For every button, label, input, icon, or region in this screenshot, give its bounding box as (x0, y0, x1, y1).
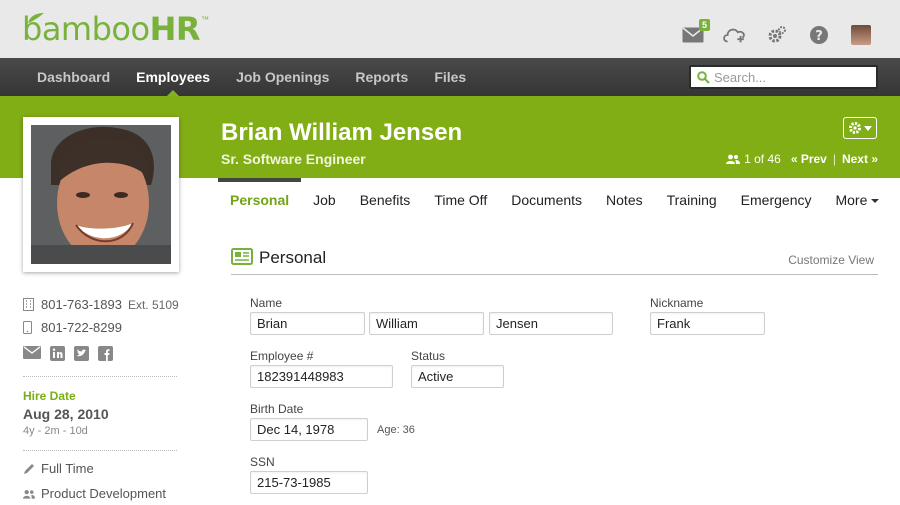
chevron-down-icon (864, 125, 872, 131)
search-icon (697, 70, 710, 84)
sidebar-divider (23, 376, 177, 377)
last-name-input[interactable] (489, 312, 613, 335)
leaf-icon (28, 13, 44, 23)
mobile-phone-row: 801-722-8299 (23, 320, 122, 335)
facebook-icon[interactable] (98, 346, 113, 361)
birth-date-label: Birth Date (250, 402, 304, 416)
upload-button[interactable] (722, 24, 748, 46)
svg-text:?: ? (815, 29, 823, 44)
first-name-input[interactable] (250, 312, 365, 335)
nav-files[interactable]: Files (421, 58, 479, 96)
status-label: Status (411, 349, 446, 363)
employee-photo-art (31, 125, 171, 264)
work-phone[interactable]: 801-763-1893 (41, 297, 122, 312)
gear-icon (849, 122, 861, 134)
people-icon (23, 489, 35, 499)
search-box (689, 65, 878, 89)
cloud-upload-icon (723, 28, 745, 43)
tab-notes[interactable]: Notes (594, 178, 655, 222)
tab-documents[interactable]: Documents (499, 178, 594, 222)
birth-date-input[interactable] (250, 418, 368, 441)
employment-type-row: Full Time (23, 461, 94, 476)
work-phone-row: 801-763-1893 Ext. 5109 (23, 297, 179, 312)
employee-title: Sr. Software Engineer (221, 151, 366, 167)
id-card-icon (231, 248, 253, 265)
employee-name: Brian William Jensen (221, 119, 463, 146)
employee-pager: 1 of 46 « Prev | Next » (726, 152, 878, 166)
logo-trademark: ™ (200, 15, 209, 24)
status-input[interactable] (411, 365, 504, 388)
help-button[interactable]: ? (806, 24, 832, 46)
sidebar-divider (23, 450, 177, 451)
top-icon-bar: 5 ? (664, 19, 874, 46)
next-link[interactable]: Next » (842, 152, 878, 166)
employee-number-label: Employee # (250, 349, 314, 363)
employee-number-input[interactable] (250, 365, 393, 388)
employee-photo (31, 125, 171, 264)
settings-button[interactable] (764, 24, 790, 46)
name-label: Name (250, 296, 283, 310)
top-header: bambooHR ™ 5 ? (0, 0, 900, 58)
linkedin-icon[interactable] (50, 346, 65, 361)
tab-job[interactable]: Job (301, 178, 348, 222)
pager-separator: | (832, 152, 836, 166)
bamboohr-logo[interactable]: bambooHR ™ (22, 12, 209, 46)
department: Product Development (41, 486, 167, 501)
middle-name-input[interactable] (369, 312, 484, 335)
nav-dashboard[interactable]: Dashboard (24, 58, 123, 96)
section-title: Personal (259, 248, 327, 267)
nav-job-openings[interactable]: Job Openings (223, 58, 342, 96)
inbox-badge: 5 (698, 19, 710, 31)
user-avatar (851, 25, 871, 45)
tab-more[interactable]: More (823, 178, 891, 222)
social-links (23, 346, 113, 361)
phone-extension: Ext. 5109 (127, 297, 179, 312)
pencil-icon (23, 463, 35, 475)
tab-personal[interactable]: Personal (218, 178, 302, 222)
main-nav: Dashboard Employees Job Openings Reports… (0, 58, 900, 96)
hire-date-label: Hire Date (23, 389, 76, 403)
mobile-phone[interactable]: 801-722-8299 (41, 320, 122, 335)
hire-date: Aug 28, 2010 (23, 406, 109, 422)
people-icon (726, 154, 741, 164)
email-icon[interactable] (23, 346, 41, 359)
tab-emergency[interactable]: Emergency (729, 178, 824, 222)
tab-benefits[interactable]: Benefits (348, 178, 423, 222)
caret-down-icon (871, 199, 880, 204)
nav-reports[interactable]: Reports (342, 58, 421, 96)
employee-photo-frame[interactable] (23, 117, 179, 272)
ssn-label: SSN (250, 455, 275, 469)
age-text: Age: 36 (377, 424, 415, 436)
employee-actions-button[interactable] (843, 117, 877, 139)
help-icon: ? (810, 26, 828, 44)
section-header: Personal Customize View (231, 246, 878, 275)
nav-items: Dashboard Employees Job Openings Reports… (24, 58, 479, 96)
customize-view-link[interactable]: Customize View (788, 253, 874, 267)
settings-gear-icon (768, 26, 786, 43)
employee-tabs: Personal Job Benefits Time Off Documents… (218, 178, 891, 222)
building-icon (23, 298, 35, 311)
logo-text: bambooHR (22, 10, 200, 48)
prev-link[interactable]: « Prev (791, 152, 827, 166)
nav-employees[interactable]: Employees (123, 58, 223, 96)
nickname-label: Nickname (650, 296, 704, 310)
mobile-phone-icon (23, 321, 35, 334)
tab-training[interactable]: Training (655, 178, 729, 222)
tenure: 4y - 2m - 10d (23, 425, 88, 437)
inbox-button[interactable]: 5 (680, 19, 710, 46)
user-menu-button[interactable] (848, 24, 874, 46)
pager-count: 1 of 46 (744, 152, 781, 166)
twitter-icon[interactable] (74, 346, 89, 361)
tab-more-label: More (835, 192, 868, 208)
nickname-input[interactable] (650, 312, 765, 335)
search-input[interactable] (714, 69, 864, 85)
employment-type: Full Time (41, 461, 94, 476)
tab-time-off[interactable]: Time Off (422, 178, 499, 222)
ssn-input[interactable] (250, 471, 368, 494)
department-row: Product Development (23, 486, 166, 501)
